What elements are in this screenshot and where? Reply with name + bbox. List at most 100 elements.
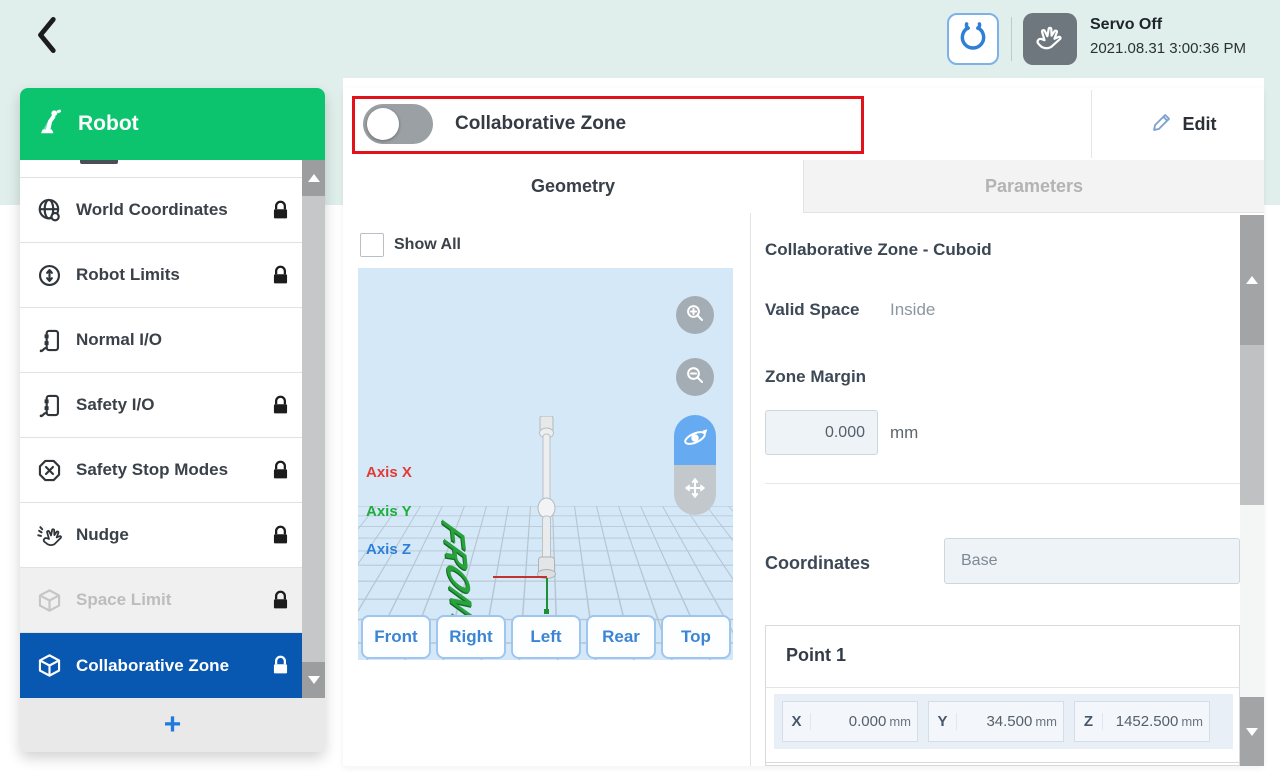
partial-icon-stub (80, 160, 118, 164)
robot-model (528, 416, 566, 587)
sidebar-item-nudge[interactable]: Nudge (20, 503, 325, 568)
sidebar-scrollbar[interactable] (302, 160, 325, 698)
lock-icon (270, 200, 291, 221)
tab-geometry[interactable]: Geometry (343, 160, 803, 213)
panel-scrollbar-thumb[interactable] (1240, 345, 1264, 505)
coordinates-select[interactable]: Base (944, 538, 1240, 584)
nudge-hand-icon (35, 521, 63, 549)
sidebar-item-safety-io[interactable]: Safety I/O (20, 373, 325, 438)
sidebar-item-robot-limits[interactable]: Robot Limits (20, 243, 325, 308)
view-left-button[interactable]: Left (511, 615, 581, 659)
lock-icon (270, 395, 291, 416)
column-divider (750, 213, 751, 766)
valid-space-label: Valid Space (765, 300, 860, 320)
hand-icon (1033, 22, 1067, 57)
magnifier-plus-icon (683, 301, 707, 330)
sidebar-item-partial[interactable] (20, 160, 302, 178)
axis-z-field-label: Z (1075, 713, 1103, 730)
robot-arm-icon (36, 107, 66, 142)
plus-icon: + (164, 708, 182, 742)
sidebar-item-collaborative-zone[interactable]: Collaborative Zone (20, 633, 325, 698)
view-rear-button[interactable]: Rear (586, 615, 656, 659)
sidebar-item-label: Normal I/O (76, 330, 162, 350)
axis-z-endpoint (544, 609, 549, 614)
section-divider (765, 483, 1240, 484)
sidebar-item-normal-io[interactable]: Normal I/O (20, 308, 325, 373)
show-all-checkbox[interactable] (360, 233, 384, 257)
sidebar-item-world-coordinates[interactable]: World Coordinates (20, 178, 325, 243)
valid-space-value: Inside (890, 300, 935, 320)
view-button-label: Left (530, 627, 561, 647)
view-button-label: Rear (602, 627, 640, 647)
point-1-x-field[interactable]: X 0.000 mm (782, 701, 918, 742)
triangle-up-icon (1246, 276, 1258, 284)
point-1-y-field[interactable]: Y 34.500 mm (928, 701, 1064, 742)
pencil-icon (1151, 110, 1174, 138)
tab-parameters[interactable]: Parameters (803, 160, 1264, 213)
scroll-down-button[interactable] (302, 662, 325, 698)
axis-y-field-value: 34.500 (957, 713, 1032, 730)
view-right-button[interactable]: Right (436, 615, 506, 659)
tab-label: Parameters (985, 176, 1083, 197)
triangle-up-icon (308, 174, 320, 182)
lock-icon (270, 590, 291, 611)
sidebar-item-label: World Coordinates (76, 200, 228, 220)
zone-type-title: Collaborative Zone - Cuboid (765, 240, 992, 260)
rotate-view-button[interactable] (674, 415, 716, 465)
edit-button[interactable]: Edit (1103, 88, 1264, 160)
3d-viewport[interactable]: Axis X Axis Y Axis Z FRONT (358, 268, 733, 660)
add-zone-button[interactable]: + (20, 698, 325, 752)
zoom-in-button[interactable] (676, 296, 714, 334)
sidebar: Robot World Coordinates Robot (20, 88, 325, 752)
sidebar-item-label: Robot Limits (76, 265, 180, 285)
edit-button-label: Edit (1183, 114, 1217, 135)
panel-scrollbar-track[interactable] (1240, 505, 1264, 697)
triangle-down-icon (308, 676, 320, 684)
point-2-section-edge (765, 762, 1240, 766)
zone-margin-unit: mm (890, 423, 918, 443)
triangle-down-icon (1246, 728, 1258, 736)
robot-limits-icon (35, 261, 63, 289)
toggle-knob (367, 108, 399, 140)
point-1-z-field[interactable]: Z 1452.500 mm (1074, 701, 1210, 742)
sidebar-title: Robot (78, 112, 139, 136)
servo-status-text: Servo Off (1090, 16, 1162, 34)
view-front-button[interactable]: Front (361, 615, 431, 659)
tab-label: Geometry (531, 176, 615, 197)
cube-icon (35, 652, 63, 680)
panel-scroll-up-button[interactable] (1240, 215, 1264, 345)
scroll-up-button[interactable] (302, 160, 325, 196)
axis-x-field-value: 0.000 (811, 713, 886, 730)
axis-y-label: Axis Y (366, 503, 412, 520)
view-top-button[interactable]: Top (661, 615, 731, 659)
header-divider (1011, 17, 1012, 61)
pan-view-button[interactable] (674, 465, 716, 515)
cube-icon (35, 586, 63, 614)
show-all-label: Show All (394, 236, 461, 254)
chevron-left-icon (32, 15, 66, 60)
toolbar-divider (1091, 90, 1092, 158)
coordinates-label: Coordinates (765, 553, 870, 574)
zone-margin-input[interactable] (765, 410, 878, 455)
sidebar-item-space-limit[interactable]: Space Limit (20, 568, 325, 633)
magnifier-minus-icon (683, 363, 707, 392)
panel-scroll-down-button[interactable] (1240, 697, 1264, 766)
axis-z-label: Axis Z (366, 541, 411, 558)
sidebar-item-safety-stop-modes[interactable]: Safety Stop Modes (20, 438, 325, 503)
point-1-section: Point 1 X 0.000 mm Y 34.500 mm Z 1452.50… (765, 625, 1240, 766)
collaborative-zone-toggle-label: Collaborative Zone (455, 113, 626, 135)
gripper-tool-button[interactable] (947, 13, 999, 65)
gripper-icon (957, 21, 989, 58)
axis-x-field-label: X (783, 713, 811, 730)
axis-x-label: Axis X (366, 464, 412, 481)
timestamp-text: 2021.08.31 3:00:36 PM (1090, 40, 1246, 57)
view-button-label: Top (681, 627, 711, 647)
back-button[interactable] (26, 14, 72, 60)
zoom-out-button[interactable] (676, 358, 714, 396)
axis-y-field-label: Y (929, 713, 957, 730)
main-panel: Collaborative Zone Edit Geometry Paramet… (343, 88, 1264, 766)
axis-z-field-unit: mm (1181, 714, 1203, 729)
collaborative-zone-toggle[interactable] (363, 104, 433, 144)
move-arrows-icon (682, 475, 708, 506)
manual-mode-status-button[interactable] (1023, 13, 1077, 65)
